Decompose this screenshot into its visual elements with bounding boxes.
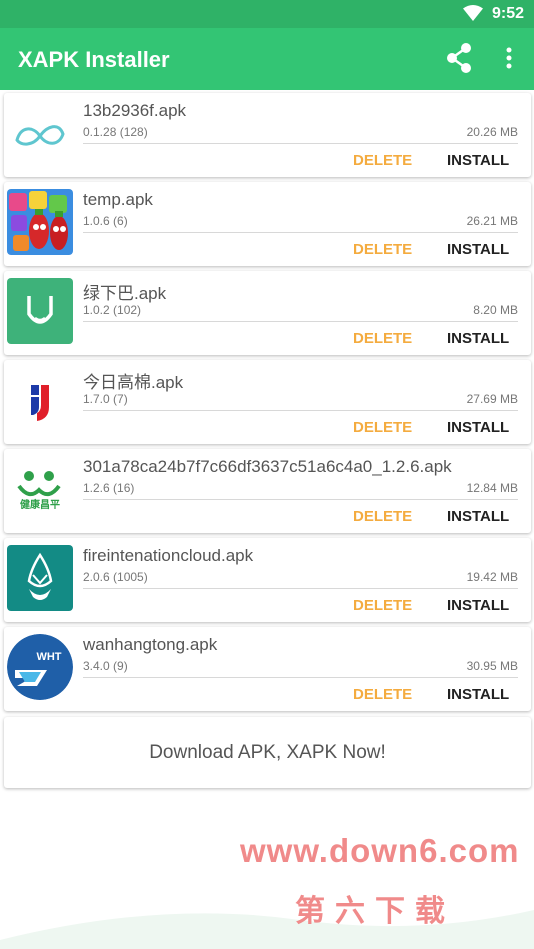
apk-size: 26.21 MB xyxy=(466,214,518,228)
delete-button[interactable]: DELETE xyxy=(353,597,412,614)
apk-version: 3.4.0 (9) xyxy=(83,659,128,673)
phoenix-shield-icon xyxy=(7,545,73,611)
apk-card: 绿下巴.apk 1.0.2 (102) 8.20 MB DELETE INSTA… xyxy=(4,271,531,355)
wht-logo-icon: WHT xyxy=(7,634,73,700)
apk-name: wanhangtong.apk xyxy=(83,635,218,654)
apk-card: 今日高棉.apk 1.7.0 (7) 27.69 MB DELETE INSTA… xyxy=(4,360,531,444)
apk-name: 今日高棉.apk xyxy=(83,373,184,392)
red-blue-j-icon xyxy=(7,367,73,433)
watermark-url: www.down6.com xyxy=(240,832,520,869)
apk-size: 19.42 MB xyxy=(466,570,518,584)
apk-size: 20.26 MB xyxy=(466,125,518,139)
app-bar: XAPK Installer xyxy=(0,28,534,90)
apk-version: 0.1.28 (128) xyxy=(83,125,148,139)
status-time: 9:52 xyxy=(491,5,524,22)
divider xyxy=(83,499,518,500)
install-button[interactable]: INSTALL xyxy=(447,686,509,703)
watermark-text: 第六下载 xyxy=(295,894,455,929)
divider xyxy=(83,232,518,233)
install-button[interactable]: INSTALL xyxy=(447,597,509,614)
apk-version: 2.0.6 (1005) xyxy=(83,570,148,584)
share-icon[interactable] xyxy=(444,42,474,74)
apk-size: 27.69 MB xyxy=(466,392,518,406)
apk-name: 绿下巴.apk xyxy=(83,284,167,303)
infinity-logo-icon xyxy=(7,100,73,166)
more-options-icon[interactable] xyxy=(501,44,517,72)
apk-size: 8.20 MB xyxy=(473,303,518,317)
health-people-icon: 健康昌平 xyxy=(7,456,73,522)
divider xyxy=(83,677,518,678)
divider xyxy=(83,410,518,411)
delete-button[interactable]: DELETE xyxy=(353,241,412,258)
apk-size: 12.84 MB xyxy=(466,481,518,495)
delete-button[interactable]: DELETE xyxy=(353,330,412,347)
wht-icon-text: WHT xyxy=(36,651,61,663)
apk-name: 301a78ca24b7f7c66df3637c51a6c4a0_1.2.6.a… xyxy=(83,457,452,476)
apk-version: 1.0.2 (102) xyxy=(83,303,142,317)
install-button[interactable]: INSTALL xyxy=(447,241,509,258)
wifi-icon xyxy=(463,5,483,21)
apk-name: 13b2936f.apk xyxy=(83,101,187,120)
candy-game-icon xyxy=(7,189,73,255)
divider xyxy=(83,588,518,589)
install-button[interactable]: INSTALL xyxy=(447,152,509,169)
apk-version: 1.7.0 (7) xyxy=(83,392,128,406)
apk-card: fireintenationcloud.apk 2.0.6 (1005) 19.… xyxy=(4,538,531,622)
delete-button[interactable]: DELETE xyxy=(353,419,412,436)
apk-name: fireintenationcloud.apk xyxy=(83,546,254,565)
download-banner[interactable]: Download APK, XAPK Now! xyxy=(4,717,531,788)
green-chin-icon xyxy=(7,278,73,344)
delete-button[interactable]: DELETE xyxy=(353,152,412,169)
apk-name: temp.apk xyxy=(83,190,153,209)
install-button[interactable]: INSTALL xyxy=(447,508,509,525)
apk-card: 13b2936f.apk 0.1.28 (128) 20.26 MB DELET… xyxy=(4,93,531,177)
apk-size: 30.95 MB xyxy=(466,659,518,673)
apk-version: 1.2.6 (16) xyxy=(83,481,135,495)
install-button[interactable]: INSTALL xyxy=(447,330,509,347)
apk-card: temp.apk 1.0.6 (6) 26.21 MB DELETE INSTA… xyxy=(4,182,531,266)
delete-button[interactable]: DELETE xyxy=(353,508,412,525)
apk-card: 健康昌平 301a78ca24b7f7c66df3637c51a6c4a0_1.… xyxy=(4,449,531,533)
apk-version: 1.0.6 (6) xyxy=(83,214,128,228)
status-bar: 9:52 xyxy=(0,0,534,28)
app-title: XAPK Installer xyxy=(18,47,170,72)
divider xyxy=(83,143,518,144)
divider xyxy=(83,321,518,322)
health-icon-text: 健康昌平 xyxy=(20,498,60,511)
delete-button[interactable]: DELETE xyxy=(353,686,412,703)
apk-card: WHT wanhangtong.apk 3.4.0 (9) 30.95 MB D… xyxy=(4,627,531,711)
install-button[interactable]: INSTALL xyxy=(447,419,509,436)
